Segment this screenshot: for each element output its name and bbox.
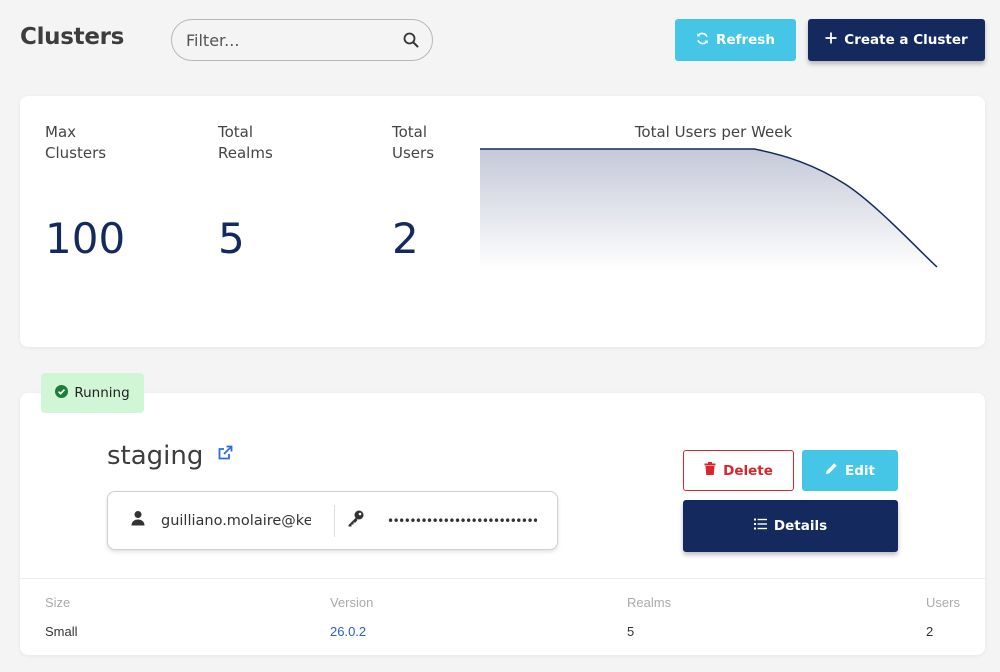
edit-button[interactable]: Edit — [802, 450, 898, 491]
details-button[interactable]: Details — [683, 500, 898, 552]
create-cluster-label: Create a Cluster — [844, 32, 968, 48]
info-version: Version 26.0.2 — [330, 595, 373, 639]
check-circle-icon — [55, 384, 69, 402]
username-value[interactable]: guilliano.molaire@keycloak.org — [161, 513, 311, 529]
delete-button[interactable]: Delete — [683, 450, 794, 491]
pencil-icon — [825, 462, 838, 479]
create-cluster-button[interactable]: Create a Cluster — [808, 19, 985, 61]
list-icon — [753, 518, 767, 534]
users-per-week-chart — [480, 148, 938, 271]
chart-area — [480, 149, 937, 271]
stat-label: Total Realms — [218, 123, 273, 162]
username-field[interactable]: guilliano.molaire@keycloak.org — [108, 492, 334, 549]
search-icon[interactable] — [402, 31, 420, 49]
trash-icon — [704, 462, 716, 479]
status-badge: Running — [41, 373, 144, 413]
plus-icon — [825, 32, 837, 48]
info-users-label: Users — [926, 595, 960, 610]
stat-max-clusters: Max Clusters 100 — [45, 122, 175, 263]
password-field[interactable]: ••••••••••••••••••••••••••••••• — [335, 492, 557, 549]
password-value[interactable]: ••••••••••••••••••••••••••••••• — [387, 514, 537, 528]
stat-value: 5 — [218, 214, 245, 263]
info-version-link[interactable]: 26.0.2 — [330, 624, 373, 639]
cluster-card: staging guilliano.molaire@keycloak.org •… — [20, 393, 985, 655]
info-users-value: 2 — [926, 624, 934, 639]
info-version-label: Version — [330, 595, 374, 610]
info-size-value: Small — [45, 624, 78, 639]
info-size: Size Small — [45, 595, 78, 639]
info-size-label: Size — [45, 595, 71, 610]
page-title: Clusters — [20, 24, 125, 50]
refresh-label: Refresh — [716, 32, 775, 48]
stats-card: Max Clusters 100 Total Realms 5 Total Us… — [20, 96, 985, 347]
chart-title: Total Users per Week — [634, 123, 793, 141]
stat-total-realms: Total Realms 5 — [218, 122, 348, 263]
external-link-icon[interactable] — [217, 445, 233, 461]
credentials-box: guilliano.molaire@keycloak.org •••••••••… — [107, 491, 558, 550]
info-users: Users 2 — [926, 595, 960, 639]
filter-input[interactable] — [186, 30, 402, 50]
delete-label: Delete — [723, 462, 773, 479]
status-label: Running — [74, 385, 130, 401]
card-divider — [20, 578, 985, 579]
refresh-icon — [696, 32, 709, 49]
edit-label: Edit — [845, 462, 875, 479]
stat-label: Total Users — [392, 123, 435, 162]
filter-field[interactable] — [171, 19, 433, 61]
info-realms-label: Realms — [627, 595, 672, 610]
key-icon — [347, 509, 365, 532]
info-realms: Realms 5 — [627, 595, 671, 639]
info-realms-value: 5 — [627, 624, 635, 639]
details-label: Details — [773, 518, 828, 534]
cluster-name: staging — [107, 441, 204, 471]
stat-value: 100 — [45, 214, 126, 263]
stat-value: 2 — [392, 214, 419, 263]
refresh-button[interactable]: Refresh — [675, 19, 796, 61]
stat-label: Max Clusters — [45, 123, 107, 162]
user-icon — [130, 510, 146, 531]
